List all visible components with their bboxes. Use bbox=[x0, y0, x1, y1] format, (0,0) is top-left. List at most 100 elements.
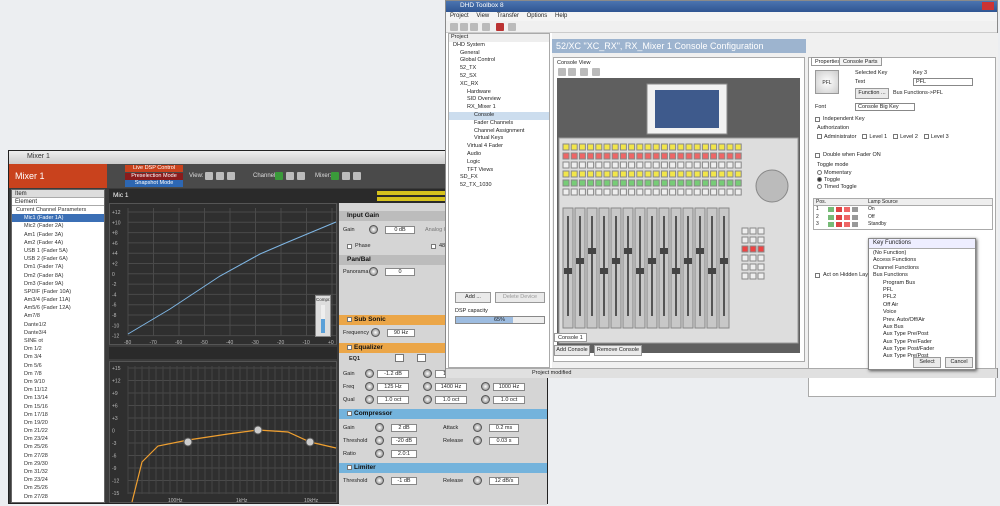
tree-item[interactable]: Dm 5/6 bbox=[12, 362, 104, 370]
function-button[interactable]: Function ... bbox=[855, 88, 889, 99]
print-icon[interactable] bbox=[482, 23, 490, 31]
key-function-item[interactable]: Off Air bbox=[873, 302, 971, 309]
tree-item[interactable]: Dm1 (Fader 7A) bbox=[12, 263, 104, 271]
auth-checkbox[interactable] bbox=[862, 134, 868, 140]
project-tree-item[interactable]: Audio bbox=[449, 151, 549, 159]
key-function-item[interactable]: Aux Type Pre/Fader bbox=[873, 339, 971, 346]
select-button[interactable]: Select bbox=[913, 357, 941, 368]
project-tree-item[interactable]: SD_FX bbox=[449, 174, 549, 182]
subsonic-frequency-value[interactable]: 90 Hz bbox=[387, 329, 415, 337]
eq-lowshelf-icon[interactable] bbox=[395, 354, 404, 362]
eq-freqs-value-3[interactable]: 1000 Hz bbox=[493, 383, 525, 391]
tree-item[interactable]: Am5/6 (Fader 12A) bbox=[12, 304, 104, 312]
zoom-out-icon[interactable] bbox=[568, 68, 576, 76]
key-function-item[interactable]: Access Functions bbox=[873, 257, 971, 264]
lamp-color-swatch[interactable] bbox=[844, 214, 850, 220]
project-tree-item[interactable]: Virtual 4 Fader bbox=[449, 143, 549, 151]
remove-console-button[interactable]: Remove Console bbox=[594, 345, 642, 356]
eq-quals-value-1[interactable]: 1.0 oct bbox=[377, 396, 409, 404]
key-function-item[interactable]: PFL2 bbox=[873, 294, 971, 301]
project-tree-item[interactable]: 52_SX bbox=[449, 73, 549, 81]
view-list-icon[interactable] bbox=[205, 172, 213, 180]
view-grid-icon[interactable] bbox=[216, 172, 224, 180]
tree-item[interactable]: USB 2 (Fader 6A) bbox=[12, 255, 104, 263]
menu-transfer[interactable]: Transfer bbox=[497, 13, 519, 19]
equalizer-checkbox[interactable] bbox=[347, 344, 352, 350]
key-function-item[interactable]: Prev. Auto/Off/Air bbox=[873, 317, 971, 324]
project-tree-item[interactable]: Fader Channels bbox=[449, 120, 549, 128]
lamp-color-swatch[interactable] bbox=[836, 222, 842, 227]
phase-checkbox[interactable] bbox=[347, 244, 352, 249]
key-function-item[interactable]: (No Function) bbox=[873, 250, 971, 257]
toggle-radio[interactable] bbox=[817, 184, 822, 190]
tree-item[interactable]: Dm 27/28 bbox=[12, 493, 104, 501]
table-row[interactable]: 3 Standby bbox=[814, 221, 992, 229]
tree-item[interactable]: Dm 9/10 bbox=[12, 378, 104, 386]
project-tree-item[interactable]: Console bbox=[449, 111, 549, 120]
key-function-item[interactable]: Bus Functions bbox=[873, 272, 971, 279]
auth-checkbox[interactable] bbox=[923, 134, 929, 140]
comp-threshold-value[interactable]: -20 dB bbox=[391, 437, 417, 445]
tree-item[interactable]: Dm 27/28 bbox=[12, 452, 104, 460]
tree-item[interactable]: Am3/4 (Fader 11A) bbox=[12, 296, 104, 304]
key-function-item[interactable]: Aux Type Post/Fader bbox=[873, 346, 971, 353]
subsonic-frequency-knob[interactable] bbox=[371, 328, 380, 337]
project-tree-item[interactable]: SID Overview bbox=[449, 96, 549, 104]
tree-item[interactable]: Mic1 (Fader 1A) bbox=[12, 214, 104, 223]
tree-item[interactable]: Dm 23/24 bbox=[12, 435, 104, 443]
tab-console-parts[interactable]: Console Parts bbox=[839, 57, 882, 66]
eq-freqs-value-1[interactable]: 125 Hz bbox=[377, 383, 409, 391]
cancel-button[interactable]: Cancel bbox=[945, 357, 973, 368]
channel-paste-icon[interactable] bbox=[297, 172, 305, 180]
help-icon[interactable] bbox=[508, 23, 516, 31]
lamp-color-swatch[interactable] bbox=[836, 207, 842, 212]
tree-item[interactable]: Dm 29/40 bbox=[12, 501, 104, 503]
mixer-next-icon[interactable] bbox=[331, 172, 339, 180]
toggle-radio[interactable] bbox=[817, 170, 822, 176]
comp-threshold-knob[interactable] bbox=[375, 436, 384, 445]
eq-quals-knob-3[interactable] bbox=[481, 395, 490, 404]
ratio-knob[interactable] bbox=[375, 449, 384, 458]
lamp-color-swatch[interactable] bbox=[828, 214, 834, 220]
open-icon[interactable] bbox=[460, 23, 468, 31]
pan-icon[interactable] bbox=[580, 68, 588, 76]
project-tree-item[interactable]: XC_RX bbox=[449, 81, 549, 89]
tree-item[interactable]: Dm 29/30 bbox=[12, 460, 104, 468]
lamp-color-swatch[interactable] bbox=[828, 222, 834, 227]
tree-item[interactable]: Dm 31/32 bbox=[12, 468, 104, 476]
project-tree-item[interactable]: Hardware bbox=[449, 89, 549, 97]
lamp-color-swatch[interactable] bbox=[828, 207, 834, 212]
key-function-item[interactable]: Aux Bus bbox=[873, 324, 971, 331]
table-row[interactable]: 1 On bbox=[814, 206, 992, 214]
eq-quals-knob-2[interactable] bbox=[423, 395, 432, 404]
menu-help[interactable]: Help bbox=[555, 13, 567, 19]
menu-project[interactable]: Project bbox=[450, 13, 469, 19]
comp-gain-value[interactable]: 2 dB bbox=[391, 424, 417, 432]
tree-item[interactable]: SPDIF (Fader 10A) bbox=[12, 288, 104, 296]
tree-item[interactable]: Dm 11/12 bbox=[12, 386, 104, 394]
tree-item[interactable]: Dante3/4 bbox=[12, 329, 104, 337]
eq-gains-value-1[interactable]: -1.2 dB bbox=[377, 370, 409, 378]
lim-release-knob[interactable] bbox=[473, 476, 482, 485]
project-tree-item[interactable]: 52_TX_1030 bbox=[449, 182, 549, 190]
mixer-paste-icon[interactable] bbox=[353, 172, 361, 180]
project-tree-item[interactable]: TFT Views bbox=[449, 167, 549, 175]
project-tree-item[interactable]: DHD System bbox=[449, 42, 549, 50]
tree-item[interactable]: Dm2 (Fader 8A) bbox=[12, 272, 104, 280]
tree-item[interactable]: Am2 (Fader 4A) bbox=[12, 239, 104, 247]
view-detail-icon[interactable] bbox=[227, 172, 235, 180]
panorama-value[interactable]: 0 bbox=[385, 268, 415, 276]
project-tree-item[interactable]: Global Control bbox=[449, 57, 549, 65]
new-icon[interactable] bbox=[450, 23, 458, 31]
lamp-color-swatch[interactable] bbox=[836, 214, 842, 220]
snapshot-mode-button[interactable]: Snapshot Mode bbox=[125, 180, 183, 187]
channel-next-icon[interactable] bbox=[275, 172, 283, 180]
console-drawing[interactable] bbox=[557, 78, 800, 353]
close-icon[interactable] bbox=[982, 2, 994, 10]
attack-value[interactable]: 0.2 ms bbox=[489, 424, 519, 432]
tree-item[interactable]: Dante1/2 bbox=[12, 321, 104, 329]
auth-checkbox[interactable] bbox=[893, 134, 899, 140]
lim-threshold-value[interactable]: -1 dB bbox=[391, 477, 417, 485]
ratio-value[interactable]: 2.0:1 bbox=[391, 450, 417, 458]
tree-item[interactable]: SINE ot bbox=[12, 337, 104, 345]
